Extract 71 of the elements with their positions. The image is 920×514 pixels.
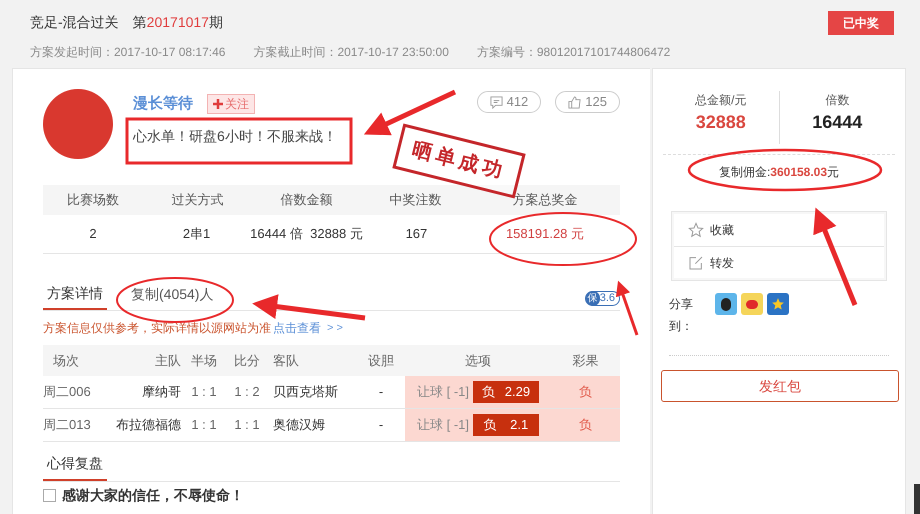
column-header: 彩果 — [572, 352, 600, 370]
final-score: 1 : 2 — [233, 383, 261, 402]
period-label: 第20171017期 — [132, 13, 223, 32]
more-arrows: > > — [327, 320, 343, 336]
match-number: 周二006 — [43, 383, 92, 402]
column-header: 过关方式 — [170, 191, 224, 210]
handicap-label: 让球 [ -1] — [416, 383, 469, 402]
match-number: 周二013 — [43, 416, 92, 434]
checkbox[interactable] — [43, 488, 56, 502]
comment-icon — [490, 96, 503, 108]
away-team: 奥德汉姆 — [272, 416, 326, 434]
column-header: 倍数金额 — [280, 191, 334, 210]
column-header: 主队 — [154, 352, 181, 370]
column-header: 场次 — [52, 352, 80, 370]
home-team: 摩纳哥 — [141, 383, 181, 402]
column-header: 比分 — [233, 352, 261, 370]
table-cell-text: 16444 倍 32888 元 — [250, 225, 363, 244]
meta-text: 方案截止时间：2017-10-17 23:50:00 — [253, 44, 449, 61]
plus-icon — [213, 99, 223, 110]
meta-text: 方案发起时间：2017-10-17 08:17:46 — [30, 44, 226, 61]
action-item[interactable]: 收藏 — [674, 214, 884, 246]
half-score: 1 : 1 — [190, 383, 218, 402]
half-score: 1 : 1 — [190, 416, 218, 434]
tab[interactable]: 方案详情 — [43, 279, 107, 310]
table-cell-text: 2 — [88, 225, 98, 244]
plan-title: 竞足-混合过关 — [30, 13, 119, 32]
comment-counter[interactable]: 412 — [476, 91, 542, 113]
multiple-label: 倍数 — [825, 92, 850, 109]
action-item[interactable]: 转发 — [674, 246, 884, 278]
gift-money-button[interactable]: 发红包 — [661, 370, 899, 402]
tab[interactable]: 复制(4054)人 — [127, 279, 218, 310]
away-team: 贝西克塔斯 — [272, 383, 339, 402]
thumbs-up-icon — [568, 96, 582, 108]
share-label: 分享到： — [669, 296, 694, 335]
final-score: 1 : 1 — [233, 416, 261, 434]
star-logo-icon[interactable] — [767, 293, 789, 315]
column-header: 设胆 — [367, 352, 395, 370]
pick-odds: 负 2.29 — [473, 381, 539, 403]
edit-icon — [688, 254, 704, 270]
column-header: 比赛场数 — [66, 191, 120, 210]
home-team: 布拉德福德 — [115, 416, 181, 434]
column-header: 客队 — [272, 352, 300, 370]
total-label: 总金额/元 — [695, 92, 746, 109]
annotation-arrow — [616, 280, 638, 336]
star-icon — [688, 222, 704, 238]
commission-text: 复制佣金:360158.03元 — [718, 164, 840, 181]
author-name[interactable]: 漫长等待 — [133, 93, 193, 116]
table-cell-text: 2串1 — [182, 225, 212, 244]
total-amount: 32888 — [696, 111, 746, 134]
result-cell: 负 — [551, 409, 620, 441]
banker-cell-text: - — [378, 416, 384, 434]
handicap-label: 让球 [ -1] — [416, 416, 469, 434]
scrollbar-icon — [914, 484, 920, 514]
review-tab[interactable]: 心得复盘 — [43, 453, 107, 481]
column-header: 半场 — [190, 352, 218, 370]
notice-text: 方案信息仅供参考，实际详情以源网站为准 — [43, 320, 271, 337]
pick-odds: 负 2.1 — [473, 414, 539, 436]
author-motto: 心水单！研盘6小时！不服来战！ — [133, 126, 337, 146]
banker-cell-text: - — [378, 383, 384, 402]
column-header: 选项 — [464, 352, 492, 370]
result-cell: 负 — [551, 376, 620, 408]
insurance-badge: 保 3.6 — [584, 291, 620, 306]
table-cell-text: 158191.28 元 — [504, 225, 586, 244]
meta-text: 方案编号：98012017101744806472 — [476, 44, 670, 61]
like-counter[interactable]: 125 — [555, 91, 620, 113]
status-badge: 已中奖 — [828, 11, 894, 35]
multiple-value: 16444 — [812, 111, 862, 134]
review-text: 感谢大家的信任，不辱使命！ — [62, 486, 244, 504]
view-link[interactable]: 点击查看 — [273, 319, 321, 337]
table-cell-text: 167 — [404, 225, 428, 244]
follow-button[interactable]: 关注 — [207, 94, 255, 114]
